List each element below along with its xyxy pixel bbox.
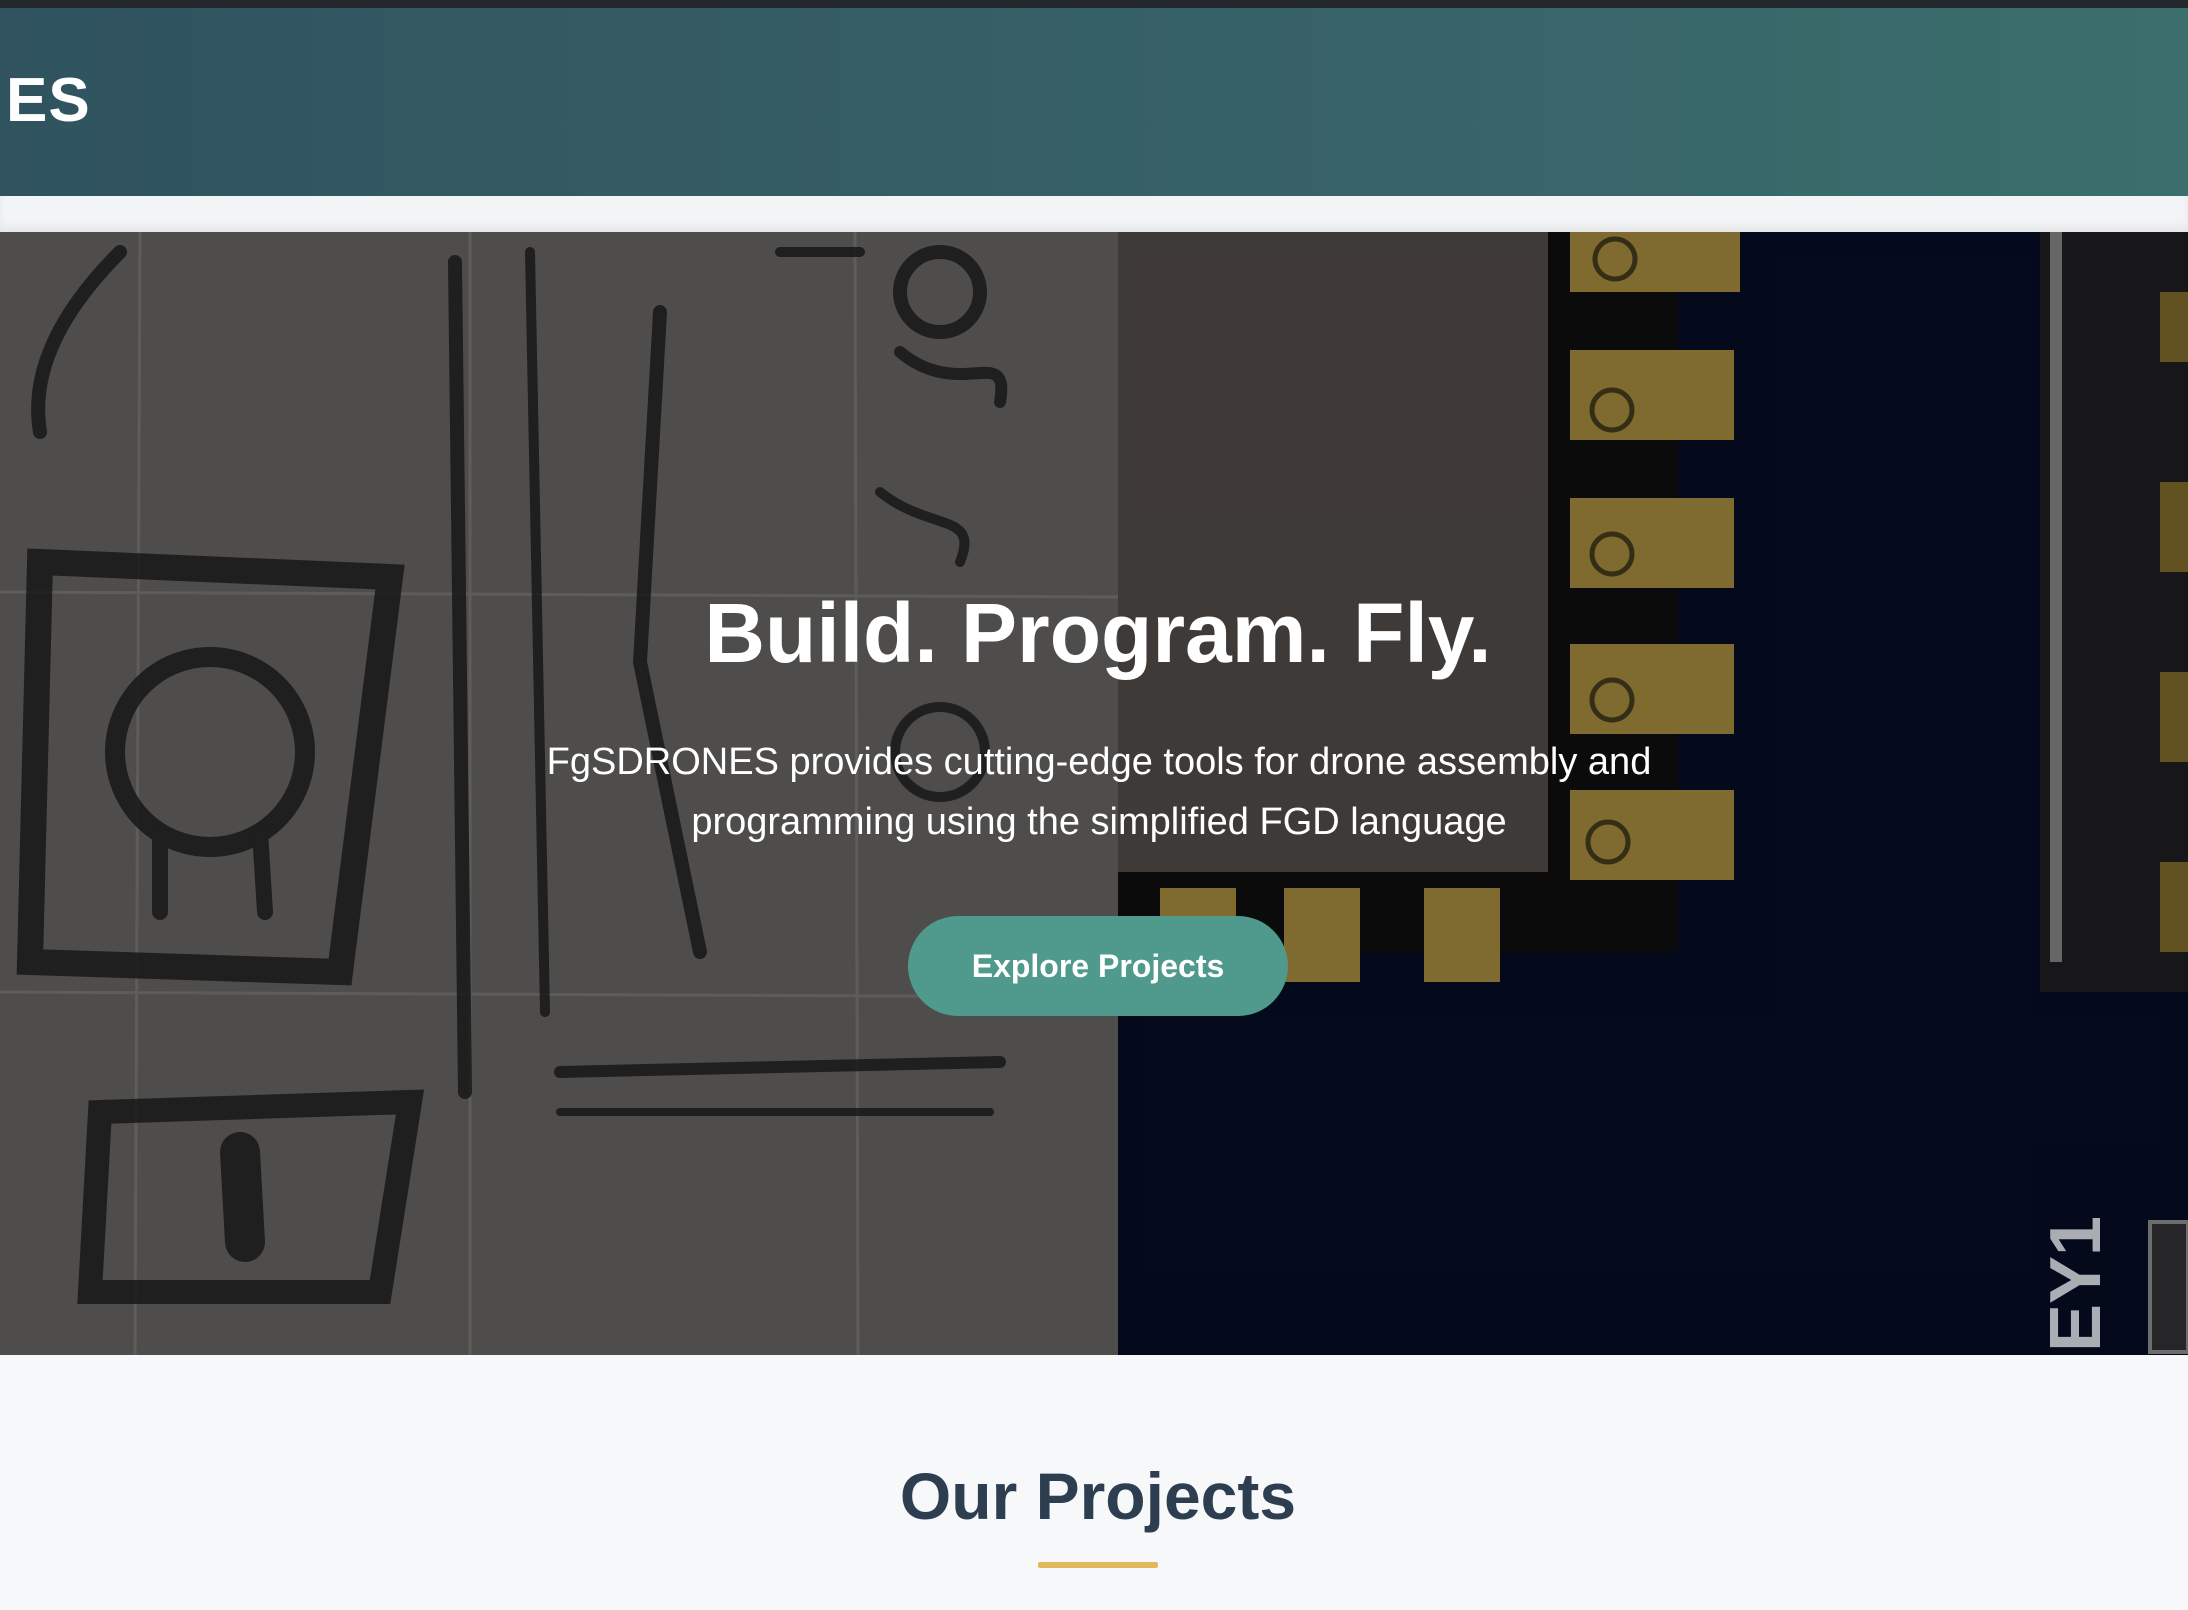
projects-heading: Our Projects	[899, 1459, 1297, 1533]
hero-section: EY1 Build. Program. Fly. FgSDRONES provi…	[0, 232, 2188, 1355]
hero-subtitle: FgSDRONES provides cutting-edge tools fo…	[546, 741, 1652, 843]
projects-heading-underline	[1038, 1562, 1158, 1568]
window-top-strip	[0, 0, 2188, 8]
explore-projects-button[interactable]: Explore Projects	[908, 916, 1288, 1016]
brand-logo-text[interactable]: ES	[6, 70, 91, 132]
header-divider	[0, 196, 2188, 232]
hero-title: Build. Program. Fly.	[704, 586, 1492, 680]
site-header: ES	[0, 8, 2188, 196]
